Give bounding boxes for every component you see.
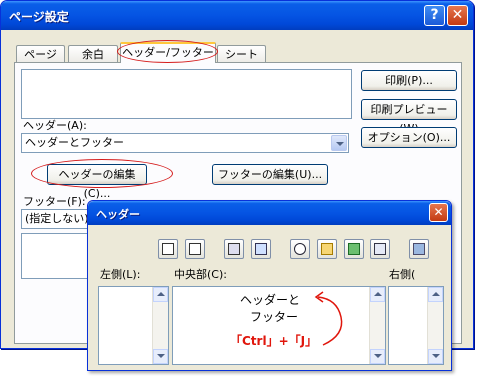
print-button[interactable]: 印刷(P)... bbox=[361, 70, 457, 91]
chevron-down-icon[interactable] bbox=[331, 135, 347, 151]
title-bar[interactable]: ページ設定 ? ✕ bbox=[1, 1, 473, 30]
right-section-textarea[interactable] bbox=[388, 286, 444, 365]
tab-sheet[interactable]: シート bbox=[217, 45, 266, 63]
scroll-up-icon[interactable] bbox=[428, 287, 443, 302]
annotation-arrow bbox=[314, 291, 343, 346]
close-button[interactable]: ✕ bbox=[447, 5, 468, 26]
format-text-icon[interactable] bbox=[158, 239, 178, 259]
tab-page[interactable]: ページ bbox=[16, 45, 65, 63]
scroll-up-icon[interactable] bbox=[153, 287, 168, 302]
highlight-circle-tab bbox=[117, 40, 218, 63]
footer-label: フッター(F): bbox=[23, 195, 86, 208]
options-button[interactable]: オプション(O)... bbox=[361, 127, 457, 148]
scroll-down-icon[interactable] bbox=[428, 349, 443, 364]
footer-select-value: (指定しない) bbox=[25, 212, 89, 225]
edit-footer-button[interactable]: フッターの編集(U)... bbox=[212, 164, 328, 185]
date-icon[interactable] bbox=[251, 239, 271, 259]
scroll-up-icon[interactable] bbox=[370, 287, 385, 302]
center-scrollbar[interactable] bbox=[369, 287, 385, 364]
left-section-textarea[interactable] bbox=[98, 286, 169, 365]
scroll-down-icon[interactable] bbox=[370, 349, 385, 364]
header-dialog-title-bar[interactable]: ヘッダー ✕ bbox=[88, 201, 451, 225]
header-dialog-title: ヘッダー bbox=[96, 208, 140, 221]
right-scrollbar[interactable] bbox=[427, 287, 443, 364]
tab-margins[interactable]: 余白 bbox=[68, 45, 118, 63]
total-pages-icon[interactable] bbox=[224, 239, 244, 259]
header-select[interactable]: ヘッダーとフッター bbox=[21, 133, 349, 153]
insert-picture-icon[interactable] bbox=[409, 239, 429, 259]
sheet-name-icon[interactable] bbox=[370, 239, 390, 259]
header-dialog: ヘッダー ✕ 左側(L): 中央部(C): 右側( ヘッダーと フッター 「Ct… bbox=[87, 200, 452, 371]
page-number-icon[interactable] bbox=[185, 239, 205, 259]
scroll-down-icon[interactable] bbox=[153, 349, 168, 364]
header-select-value: ヘッダーとフッター bbox=[25, 136, 124, 149]
time-icon[interactable] bbox=[290, 239, 310, 259]
header-preview bbox=[21, 69, 352, 119]
header-label: ヘッダー(A): bbox=[23, 119, 87, 132]
header-dialog-close-button[interactable]: ✕ bbox=[429, 203, 448, 222]
left-section-label: 左側(L): bbox=[100, 268, 141, 281]
file-name-icon[interactable] bbox=[344, 239, 364, 259]
print-preview-button[interactable]: 印刷プレビュー(W) bbox=[361, 99, 457, 135]
left-scrollbar[interactable] bbox=[152, 287, 168, 364]
file-path-icon[interactable] bbox=[317, 239, 337, 259]
right-section-label: 右側( bbox=[389, 268, 416, 281]
center-section-textarea[interactable]: ヘッダーと フッター 「Ctrl」+「J」 bbox=[172, 286, 386, 365]
help-button[interactable]: ? bbox=[424, 5, 445, 26]
highlight-circle-edit-header bbox=[31, 159, 173, 188]
dialog-title: ページ設定 bbox=[9, 10, 69, 24]
center-section-label: 中央部(C): bbox=[174, 268, 227, 281]
